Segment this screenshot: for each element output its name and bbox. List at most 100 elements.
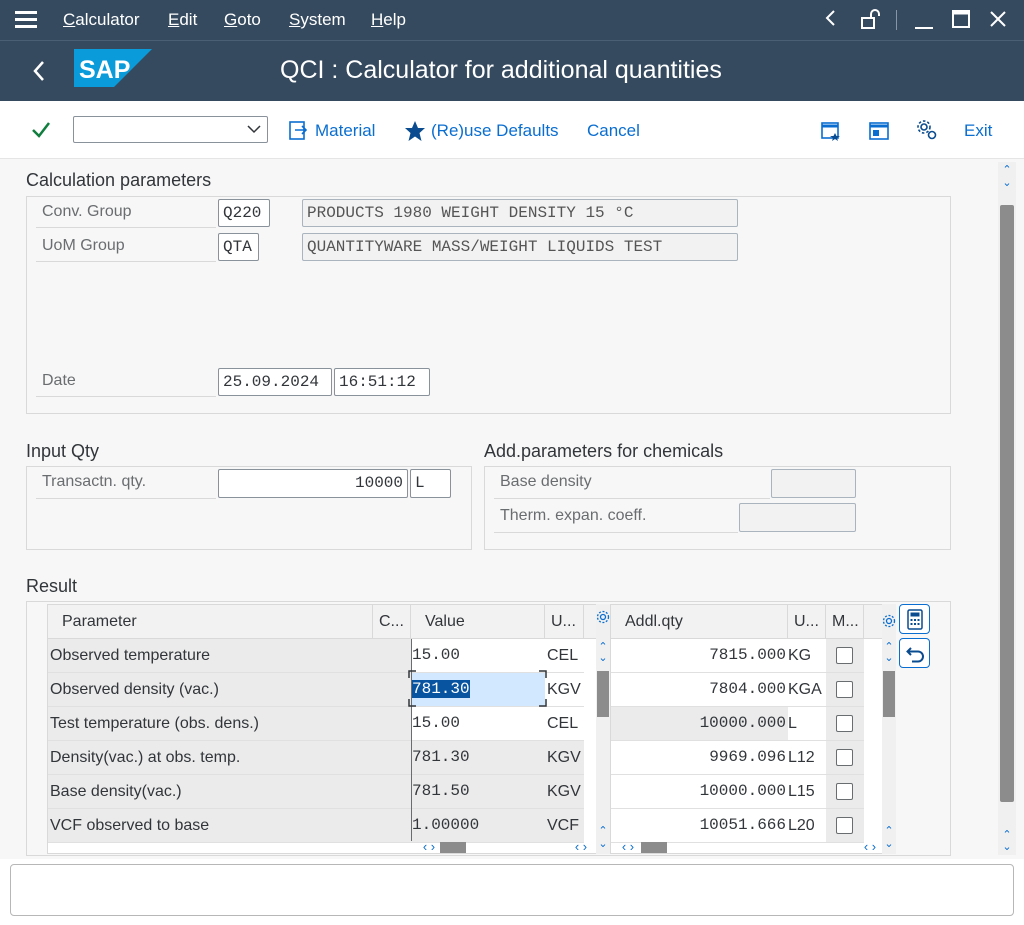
value-cell[interactable]: 781.30: [411, 673, 545, 706]
chevron-left-icon[interactable]: [818, 8, 844, 34]
column-header-value[interactable]: Value: [411, 605, 545, 638]
scroll-down-icon[interactable]: ⌄: [883, 839, 895, 850]
menu-system[interactable]: System: [289, 10, 346, 30]
table-row: Observed density (vac.) 781.30 KGV: [48, 673, 584, 707]
undo-button[interactable]: [899, 638, 930, 668]
input-qty-title: Input Qty: [26, 441, 100, 461]
scroll-left-right-icon[interactable]: ‹ ›: [613, 840, 643, 853]
addl-unit-cell: L20: [788, 809, 826, 842]
back-icon[interactable]: [30, 58, 48, 89]
unlock-icon[interactable]: [857, 8, 883, 36]
column-header-c[interactable]: C...: [373, 605, 411, 638]
row-checkbox[interactable]: [836, 715, 853, 732]
scroll-up-icon[interactable]: ⌃: [1001, 830, 1013, 841]
row-checkbox[interactable]: [836, 647, 853, 664]
column-header-parameter[interactable]: Parameter: [48, 605, 373, 638]
row-checkbox[interactable]: [836, 783, 853, 800]
scroll-left-right-icon[interactable]: ‹ ›: [855, 840, 885, 853]
column-header-addl-qty[interactable]: Addl.qty: [611, 605, 788, 638]
table-row: Base density(vac.) 781.50 KGV: [48, 775, 584, 809]
value-cell[interactable]: 15.00: [411, 639, 545, 672]
scroll-up-icon[interactable]: ⌃: [883, 826, 895, 837]
value-cell[interactable]: 15.00: [411, 707, 545, 740]
chevron-down-icon[interactable]: [247, 122, 261, 141]
table-row: 7804.000 KGA: [611, 673, 864, 707]
transaction-qty-field[interactable]: 10000: [218, 469, 408, 498]
scroll-down-icon[interactable]: ⌄: [597, 839, 609, 850]
uom-group-label: UoM Group: [36, 232, 216, 262]
column-divider: [411, 639, 412, 841]
date-label: Date: [36, 367, 216, 397]
star-icon[interactable]: [404, 120, 426, 147]
column-header-unit[interactable]: U...: [545, 605, 584, 638]
date-field[interactable]: 25.09.2024: [218, 368, 332, 396]
page-scrollbar[interactable]: ⌃ ⌄ ⌃ ⌄: [998, 162, 1016, 855]
addl-qty-cell: 7804.000: [611, 673, 788, 706]
maximize-icon[interactable]: [948, 8, 974, 36]
time-field[interactable]: 16:51:12: [334, 368, 430, 396]
unit-cell: KGV: [545, 775, 584, 808]
h-scrollbar-thumb[interactable]: [440, 842, 466, 853]
addl-unit-cell: L: [788, 707, 826, 740]
reuse-defaults-button[interactable]: (Re)use Defaults: [431, 121, 559, 141]
table-row: Observed temperature 15.00 CEL: [48, 639, 584, 673]
unit-cell: CEL: [545, 707, 584, 740]
uom-group-field[interactable]: QTA: [218, 233, 259, 261]
value-text: 1.00000: [412, 816, 480, 834]
c-cell: [373, 639, 411, 672]
scroll-down-icon[interactable]: ⌄: [1001, 842, 1013, 853]
row-checkbox[interactable]: [836, 817, 853, 834]
v-scrollbar-thumb[interactable]: [883, 671, 895, 717]
table-header: Parameter C... Value U...: [48, 605, 596, 639]
m-cell: [826, 673, 864, 706]
c-cell: [373, 809, 411, 842]
page-scrollbar-thumb[interactable]: [1000, 205, 1014, 802]
unit-cell: VCF: [545, 809, 584, 842]
parameters-table-scrollbar[interactable]: ⌃ ⌄ ⌃ ⌄: [596, 604, 610, 854]
calculator-button[interactable]: [899, 604, 930, 634]
page-title: QCI : Calculator for additional quantiti…: [280, 56, 722, 84]
exit-button[interactable]: Exit: [964, 121, 992, 141]
parameter-cell: Observed temperature: [48, 639, 373, 672]
scroll-down-icon[interactable]: ⌄: [1001, 178, 1013, 189]
settings-icon[interactable]: [882, 614, 896, 633]
scroll-up-icon[interactable]: ⌃: [1001, 165, 1013, 176]
scroll-left-right-icon[interactable]: ‹ ›: [566, 840, 596, 853]
sap-logo: SAP: [74, 49, 152, 87]
menu-edit[interactable]: Edit: [168, 10, 197, 30]
window-star-icon[interactable]: [820, 120, 842, 147]
window-layout-icon[interactable]: [868, 120, 890, 147]
row-checkbox[interactable]: [836, 749, 853, 766]
calc-params-title: Calculation parameters: [26, 170, 212, 190]
command-field[interactable]: [73, 116, 268, 143]
parameter-cell: Density(vac.) at obs. temp.: [48, 741, 373, 774]
addl-qty-cell: 10051.666: [611, 809, 788, 842]
h-scrollbar-thumb[interactable]: [641, 842, 667, 853]
column-header-m[interactable]: M...: [826, 605, 864, 638]
scroll-down-icon[interactable]: ⌄: [883, 653, 895, 664]
cancel-button[interactable]: Cancel: [587, 121, 640, 141]
v-scrollbar-thumb[interactable]: [597, 671, 609, 717]
menu-goto[interactable]: Goto: [224, 10, 261, 30]
scroll-up-icon[interactable]: ⌃: [597, 826, 609, 837]
conv-group-field[interactable]: Q220: [218, 199, 270, 227]
c-cell: [373, 775, 411, 808]
row-checkbox[interactable]: [836, 681, 853, 698]
column-header-unit[interactable]: U...: [788, 605, 826, 638]
menu-calculator[interactable]: Calculator: [63, 10, 140, 30]
material-icon[interactable]: [288, 120, 310, 147]
addl-unit-cell: L15: [788, 775, 826, 808]
minimize-icon[interactable]: [911, 8, 937, 36]
transaction-unit-field[interactable]: L: [410, 469, 451, 498]
settings-icon[interactable]: [596, 610, 610, 629]
menu-help[interactable]: Help: [371, 10, 406, 30]
settings-icon[interactable]: [916, 119, 938, 146]
conv-group-label: Conv. Group: [36, 198, 216, 228]
check-icon[interactable]: [31, 120, 51, 145]
additional-qty-table-scrollbar[interactable]: ⌃ ⌄ ⌃ ⌄: [882, 604, 896, 854]
material-button[interactable]: Material: [315, 121, 375, 141]
scroll-down-icon[interactable]: ⌄: [597, 653, 609, 664]
calculator-icon: [907, 609, 923, 635]
menu-icon[interactable]: [15, 11, 37, 29]
close-icon[interactable]: [985, 8, 1011, 36]
